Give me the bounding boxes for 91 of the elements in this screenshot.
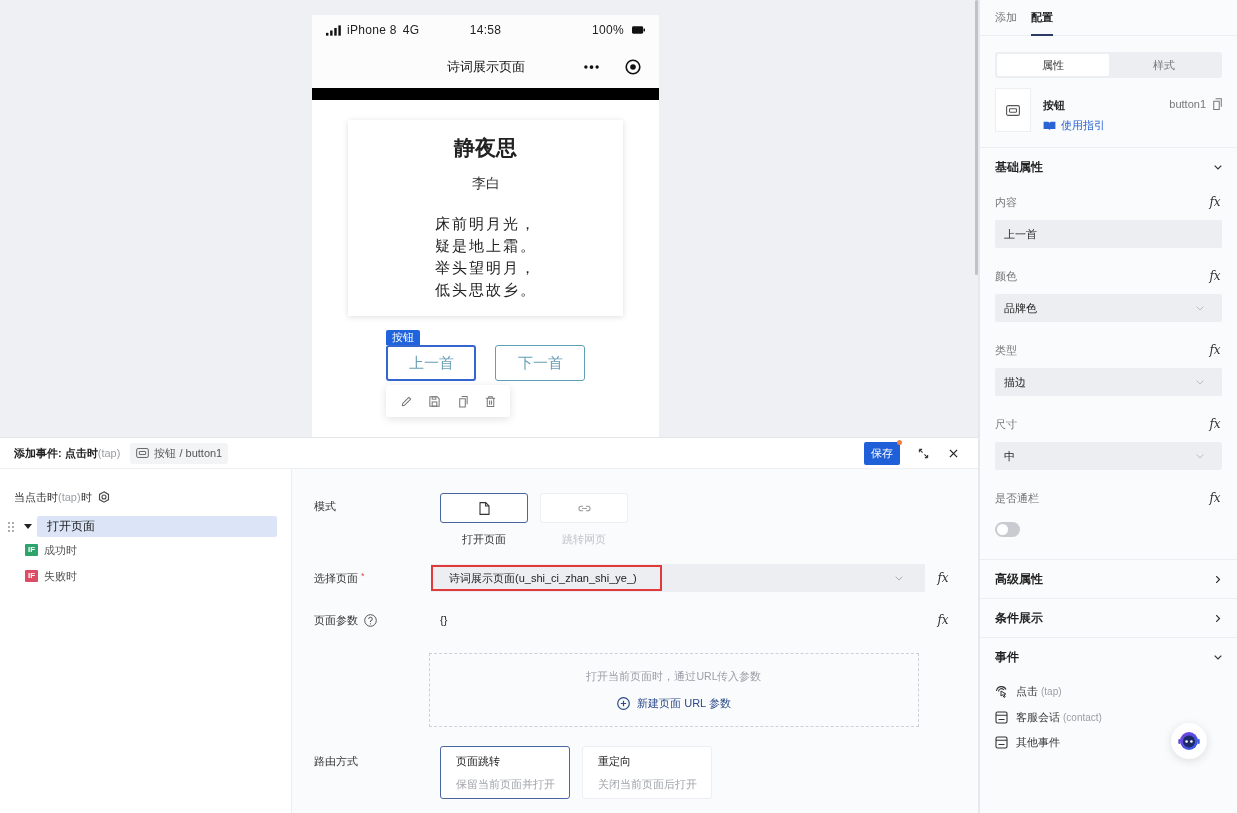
condition-tag: IF bbox=[25, 570, 38, 582]
robot-icon bbox=[1178, 731, 1200, 751]
save-icon[interactable] bbox=[427, 394, 441, 408]
panel-title: 添加事件: 点击时(tap) bbox=[14, 445, 121, 461]
component-id: button1 bbox=[1169, 98, 1206, 110]
select-field[interactable]: 中 bbox=[995, 442, 1222, 470]
field-label: 选择页面 * bbox=[314, 570, 366, 586]
file-icon bbox=[478, 501, 490, 515]
more-icon[interactable] bbox=[584, 64, 599, 69]
target-text: 按钮 / button1 bbox=[154, 445, 223, 461]
route-option[interactable]: 页面跳转 保留当前页面并打开 bbox=[440, 746, 570, 799]
poem-title: 静夜思 bbox=[452, 135, 518, 161]
drag-handle-icon[interactable] bbox=[8, 521, 14, 532]
route-option[interactable]: 重定向 关闭当前页面后打开 bbox=[582, 746, 712, 799]
panel-tab[interactable]: 添加 bbox=[995, 0, 1017, 36]
window-icon bbox=[995, 710, 1008, 724]
assistant-button[interactable] bbox=[1171, 723, 1207, 759]
chevron-down-icon bbox=[895, 575, 903, 581]
expand-icon[interactable] bbox=[918, 447, 929, 459]
formula-button[interactable]: fx bbox=[1208, 269, 1222, 283]
poem-line: 疑是地上霜。 bbox=[434, 237, 537, 256]
action-item[interactable]: 打开页面 bbox=[37, 516, 277, 537]
field-label: 是否通栏 bbox=[995, 490, 1039, 506]
selection-tag: 按钮 bbox=[386, 330, 420, 345]
add-param-link[interactable]: 新建页面 URL 参数 bbox=[617, 695, 731, 711]
section-header[interactable]: 事件 bbox=[980, 638, 1237, 676]
tap-icon bbox=[995, 685, 1008, 699]
poem-line: 床前明月光， bbox=[434, 215, 537, 234]
section-header[interactable]: 高级属性 bbox=[980, 560, 1237, 598]
params-value[interactable]: {} bbox=[431, 614, 925, 626]
field-label: 颜色 bbox=[995, 268, 1017, 284]
formula-button[interactable]: fx bbox=[1208, 343, 1222, 357]
event-label[interactable]: 点击 (tap) bbox=[1016, 684, 1062, 700]
field-label: 内容 bbox=[995, 194, 1017, 210]
button-icon bbox=[1006, 104, 1020, 116]
field-label: 页面参数 bbox=[314, 612, 358, 628]
battery-percent: 100% bbox=[592, 23, 624, 37]
panel-tab[interactable]: 配置 bbox=[1031, 0, 1053, 36]
chevron-down-icon bbox=[1196, 305, 1204, 311]
event-label[interactable]: 其他事件 bbox=[1016, 735, 1060, 751]
formula-button[interactable]: fx bbox=[1208, 491, 1222, 505]
formula-button[interactable]: fx bbox=[1208, 195, 1222, 209]
segment-tab[interactable]: 属性 bbox=[997, 54, 1109, 76]
add-icon bbox=[617, 696, 631, 710]
component-name: 按钮 bbox=[1043, 98, 1066, 113]
settings-icon[interactable] bbox=[97, 491, 110, 503]
chevron-down-icon bbox=[1196, 379, 1204, 385]
select-field[interactable]: 品牌色 bbox=[995, 294, 1222, 322]
segment-tab[interactable]: 样式 bbox=[1108, 54, 1220, 76]
section-header[interactable]: 条件展示 bbox=[980, 599, 1237, 637]
formula-button[interactable]: fx bbox=[936, 571, 950, 585]
poem-line: 举头望明月， bbox=[434, 259, 537, 278]
field-label: 类型 bbox=[995, 342, 1017, 358]
clock-time: 14:58 bbox=[469, 23, 502, 37]
battery-icon bbox=[632, 26, 645, 34]
network-type: 4G bbox=[402, 23, 420, 37]
page-title: 诗词展示页面 bbox=[446, 57, 525, 76]
condition-label[interactable]: 失败时 bbox=[44, 568, 77, 584]
close-icon[interactable] bbox=[949, 448, 958, 458]
params-hint: 打开当前页面时，通过URL传入参数 bbox=[586, 669, 762, 684]
formula-button[interactable]: fx bbox=[1208, 417, 1222, 431]
link-icon bbox=[577, 504, 591, 512]
button-icon bbox=[136, 448, 150, 458]
page-select[interactable]: 诗词展示页面(u_shi_ci_zhan_shi_ye_) bbox=[431, 564, 925, 592]
poem-line: 低头思故乡。 bbox=[434, 281, 537, 300]
condition-tag: IF bbox=[25, 544, 38, 556]
field-label: 尺寸 bbox=[995, 416, 1017, 432]
edit-icon[interactable] bbox=[399, 394, 413, 408]
condition-label[interactable]: 成功时 bbox=[44, 542, 77, 558]
trigger-label: 当点击时(tap)时 bbox=[14, 490, 92, 505]
select-field[interactable]: 描边 bbox=[995, 368, 1222, 396]
copy-icon[interactable] bbox=[1211, 98, 1222, 110]
caret-icon[interactable] bbox=[24, 524, 32, 529]
toggle-switch[interactable] bbox=[995, 522, 1020, 537]
signal-icon bbox=[326, 24, 341, 36]
formula-button[interactable]: fx bbox=[936, 613, 950, 627]
text-input[interactable]: 上一首 bbox=[995, 220, 1222, 248]
field-label: 路由方式 bbox=[314, 754, 359, 769]
poem-author: 李白 bbox=[470, 174, 501, 193]
save-button[interactable]: 保存 bbox=[864, 441, 900, 465]
trash-icon[interactable] bbox=[483, 394, 497, 408]
record-icon[interactable] bbox=[625, 58, 641, 75]
section-header[interactable]: 基础属性 bbox=[980, 148, 1237, 186]
window-icon bbox=[995, 736, 1008, 750]
device-name: iPhone 8 bbox=[347, 23, 397, 37]
book-icon bbox=[1043, 120, 1056, 131]
guide-link[interactable]: 使用指引 bbox=[1043, 118, 1105, 133]
field-label: 模式 bbox=[314, 499, 337, 514]
event-label[interactable]: 客服会话 (contact) bbox=[1016, 709, 1102, 725]
help-icon[interactable] bbox=[364, 613, 377, 627]
chevron-down-icon bbox=[1196, 453, 1204, 459]
